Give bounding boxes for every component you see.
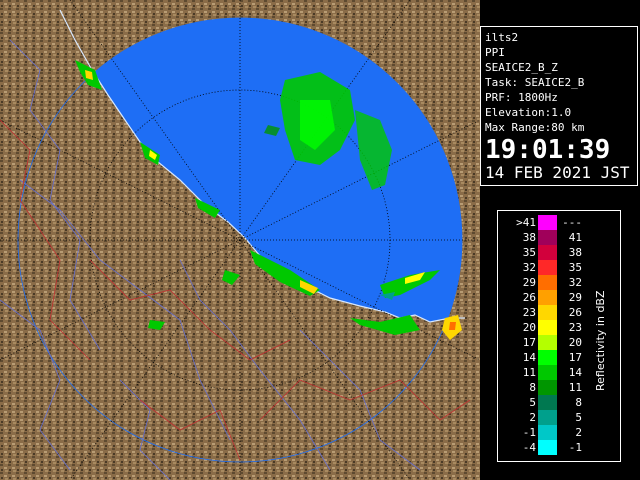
info-panel: ilts2 PPI SEAICE2_B_Z Task: SEAICE2_B PR… (480, 26, 638, 186)
product-type: PPI (485, 46, 505, 59)
legend-lower-bound: 35 (522, 246, 536, 259)
legend-upper-bound: 20 (568, 336, 582, 349)
legend-upper-bound: 26 (568, 306, 582, 319)
radar-map[interactable] (0, 0, 480, 480)
legend-color-swatch (538, 365, 557, 380)
legend-lower-bound: 32 (522, 261, 536, 274)
legend-upper-bound: 8 (575, 396, 582, 409)
station-name: ilts2 (485, 31, 519, 44)
legend-upper-bound: 14 (568, 366, 582, 379)
prf-label: PRF: 1800Hz (485, 91, 558, 104)
legend-lower-bound: 2 (529, 411, 536, 424)
observation-date: 14 FEB 2021 JST (485, 163, 630, 182)
legend-color-swatch (538, 290, 557, 305)
legend-color-swatch (538, 395, 557, 410)
legend-lower-bound: 38 (522, 231, 536, 244)
legend-lower-bound: -1 (522, 426, 536, 439)
legend-row: >41 --- (498, 215, 620, 230)
color-legend: >41 --- 38 41 35 38 32 35 29 32 26 29 23 26 20 23 17 20 14… (497, 210, 621, 462)
legend-lower-bound: 29 (522, 276, 536, 289)
legend-lower-bound: 8 (529, 381, 536, 394)
legend-color-swatch (538, 335, 557, 350)
legend-upper-bound: 29 (568, 291, 582, 304)
legend-upper-bound: 5 (575, 411, 582, 424)
legend-lower-bound: 23 (522, 306, 536, 319)
legend-color-swatch (538, 215, 557, 230)
legend-lower-bound: 26 (522, 291, 536, 304)
legend-lower-bound: >41 (516, 216, 536, 229)
legend-lower-bound: -4 (522, 441, 536, 454)
legend-upper-bound: 41 (568, 231, 582, 244)
legend-upper-bound: -1 (568, 441, 582, 454)
task-label: Task: SEAICE2_B (485, 76, 585, 89)
legend-row: 38 41 (498, 230, 620, 245)
legend-lower-bound: 14 (522, 351, 536, 364)
legend-color-swatch (538, 380, 557, 395)
product-name: SEAICE2_B_Z (485, 61, 558, 74)
radar-ppi-view (0, 0, 480, 480)
legend-color-swatch (538, 305, 557, 320)
max-range-label: Max Range:80 km (485, 121, 585, 134)
legend-upper-bound: --- (562, 216, 582, 229)
legend-color-swatch (538, 245, 557, 260)
legend-upper-bound: 23 (568, 321, 582, 334)
legend-upper-bound: 32 (568, 276, 582, 289)
legend-upper-bound: 2 (575, 426, 582, 439)
legend-color-swatch (538, 320, 557, 335)
legend-unit-label: Reflectivity in dBZ (594, 290, 607, 392)
elevation-label: Elevation:1.0 (485, 106, 572, 119)
legend-lower-bound: 11 (522, 366, 536, 379)
legend-color-swatch (538, 410, 557, 425)
legend-lower-bound: 5 (529, 396, 536, 409)
legend-row: -4 -1 (498, 440, 620, 455)
legend-color-swatch (538, 440, 557, 455)
legend-upper-bound: 11 (568, 381, 582, 394)
legend-upper-bound: 35 (568, 261, 582, 274)
legend-color-swatch (538, 260, 557, 275)
observation-time: 19:01:39 (485, 135, 611, 165)
legend-color-swatch (538, 425, 557, 440)
legend-color-swatch (538, 230, 557, 245)
legend-lower-bound: 17 (522, 336, 536, 349)
legend-upper-bound: 17 (568, 351, 582, 364)
legend-color-swatch (538, 350, 557, 365)
legend-upper-bound: 38 (568, 246, 582, 259)
legend-color-swatch (538, 275, 557, 290)
legend-lower-bound: 20 (522, 321, 536, 334)
